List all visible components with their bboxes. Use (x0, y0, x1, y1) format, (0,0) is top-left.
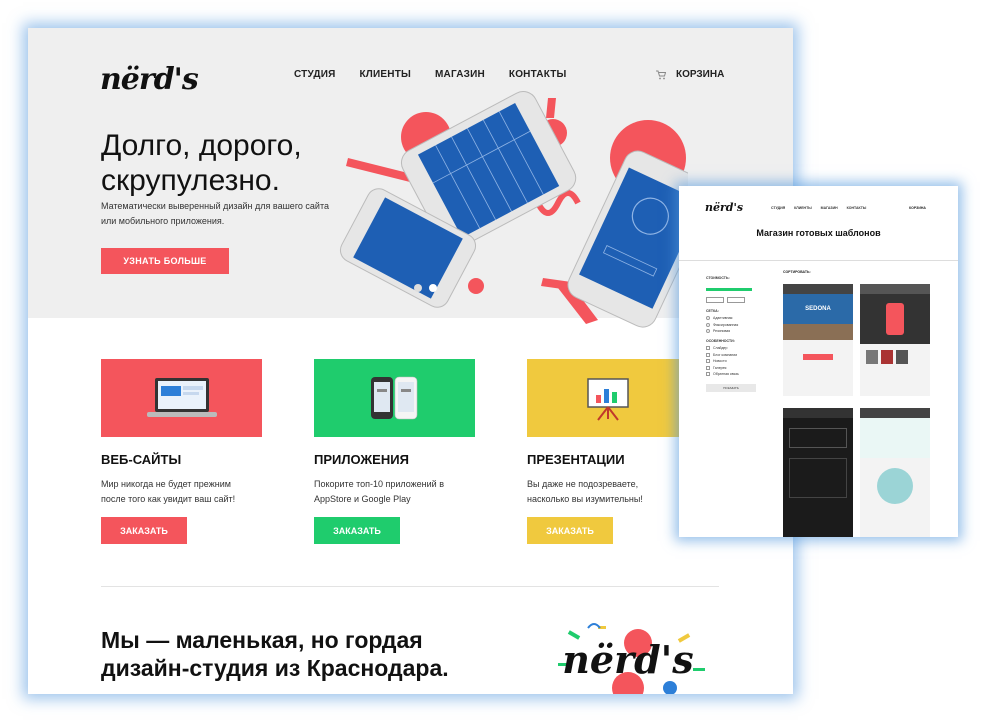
shop-divider (679, 260, 958, 261)
shop-nav: СТУДИЯ КЛИЕНТЫ МАГАЗИН КОНТАКТЫ (771, 206, 866, 210)
shop-logo[interactable]: nërd's (705, 201, 743, 214)
price-filter-label: СТОИМОСТЬ: (706, 276, 730, 280)
nav-item-contacts[interactable]: КОНТАКТЫ (509, 69, 567, 80)
grid-filter-label: СЕТКА: (706, 309, 719, 313)
service-card-presentations: ПРЕЗЕНТАЦИИ Вы даже не подозреваете, нас… (527, 359, 688, 544)
grid-option[interactable]: Фиксированная (706, 322, 756, 327)
cart-label: КОРЗИНА (676, 69, 725, 80)
order-apps-button[interactable]: ЗАКАЗАТЬ (314, 517, 400, 544)
main-nav: СТУДИЯ КЛИЕНТЫ МАГАЗИН КОНТАКТЫ (294, 69, 567, 80)
service-card-web: ВЕБ-САЙТЫ Мир никогда не будет прежним п… (101, 359, 262, 544)
nav-item-studio[interactable]: СТУДИЯ (294, 69, 336, 80)
shop-nav-clients[interactable]: КЛИЕНТЫ (794, 206, 812, 210)
about-heading: Мы — маленькая, но гордая дизайн-студия … (101, 627, 449, 681)
service-title: ВЕБ-САЙТЫ (101, 452, 182, 467)
price-from-input[interactable] (706, 297, 724, 303)
nerds-brand-logo: nërd's (558, 623, 705, 694)
template-tile[interactable] (783, 408, 853, 537)
cart-icon (656, 70, 666, 79)
shop-nav-contacts[interactable]: КОНТАКТЫ (847, 206, 867, 210)
price-to-input[interactable] (727, 297, 745, 303)
price-range-slider[interactable] (706, 288, 752, 291)
easel-chart-icon (527, 359, 688, 437)
grid-option[interactable]: Резиновая (706, 329, 756, 333)
shop-page-preview: nërd's СТУДИЯ КЛИЕНТЫ МАГАЗИН КОНТАКТЫ К… (679, 186, 958, 537)
learn-more-button[interactable]: УЗНАТЬ БОЛЬШЕ (101, 248, 229, 274)
grid-option[interactable]: Адаптивная (706, 316, 756, 320)
service-card-apps: ПРИЛОЖЕНИЯ Покорите топ-10 приложений в … (314, 359, 475, 544)
order-presentations-button[interactable]: ЗАКАЗАТЬ (527, 517, 613, 544)
feature-checkbox[interactable]: Галерея (706, 365, 756, 370)
shop-cart-link[interactable]: КОРЗИНА (909, 206, 926, 210)
feature-checkbox[interactable]: Блог компании (706, 352, 756, 357)
sort-label: СОРТИРОВАТЬ: (783, 270, 811, 274)
logo-wordmark: nërd's (562, 637, 693, 682)
shop-filters: СТОИМОСТЬ: СЕТКА: Адаптивная Фиксированн… (706, 270, 756, 392)
nav-item-clients[interactable]: КЛИЕНТЫ (360, 69, 412, 80)
service-title: ПРЕЗЕНТАЦИИ (527, 452, 625, 467)
cart-link[interactable]: КОРЗИНА (656, 69, 724, 80)
template-tile[interactable] (860, 408, 930, 537)
nav-item-shop[interactable]: МАГАЗИН (435, 69, 485, 80)
site-logo[interactable]: nërd's (100, 62, 199, 97)
order-web-button[interactable]: ЗАКАЗАТЬ (101, 517, 187, 544)
hero-subtitle: Математически выверенный дизайн для ваше… (101, 201, 329, 226)
laptop-icon (101, 359, 262, 437)
show-results-button[interactable]: ПОКАЗАТЬ (706, 384, 756, 392)
service-text: Покорите топ-10 приложений в AppStore и … (314, 479, 444, 504)
feature-checkbox[interactable]: Слайдер (706, 346, 756, 350)
shop-title: Магазин готовых шаблонов (756, 228, 881, 238)
section-divider (101, 586, 719, 587)
features-filter-label: ОСОБЕННОСТИ: (706, 339, 735, 343)
template-tile[interactable] (860, 284, 930, 396)
shop-nav-studio[interactable]: СТУДИЯ (771, 206, 785, 210)
phones-icon (314, 359, 475, 437)
service-text: Мир никогда не будет прежним после того … (101, 479, 236, 504)
feature-checkbox[interactable]: Обратная связь (706, 372, 756, 376)
template-tile[interactable]: SEDONA (783, 284, 853, 396)
feature-checkbox[interactable]: Новости (706, 359, 756, 363)
service-title: ПРИЛОЖЕНИЯ (314, 452, 409, 467)
service-text: Вы даже не подозреваете, насколько вы из… (527, 479, 643, 504)
hero-phones-illustration (339, 91, 688, 328)
shop-nav-shop[interactable]: МАГАЗИН (821, 206, 838, 210)
template-tile-title: SEDONA (783, 294, 853, 324)
